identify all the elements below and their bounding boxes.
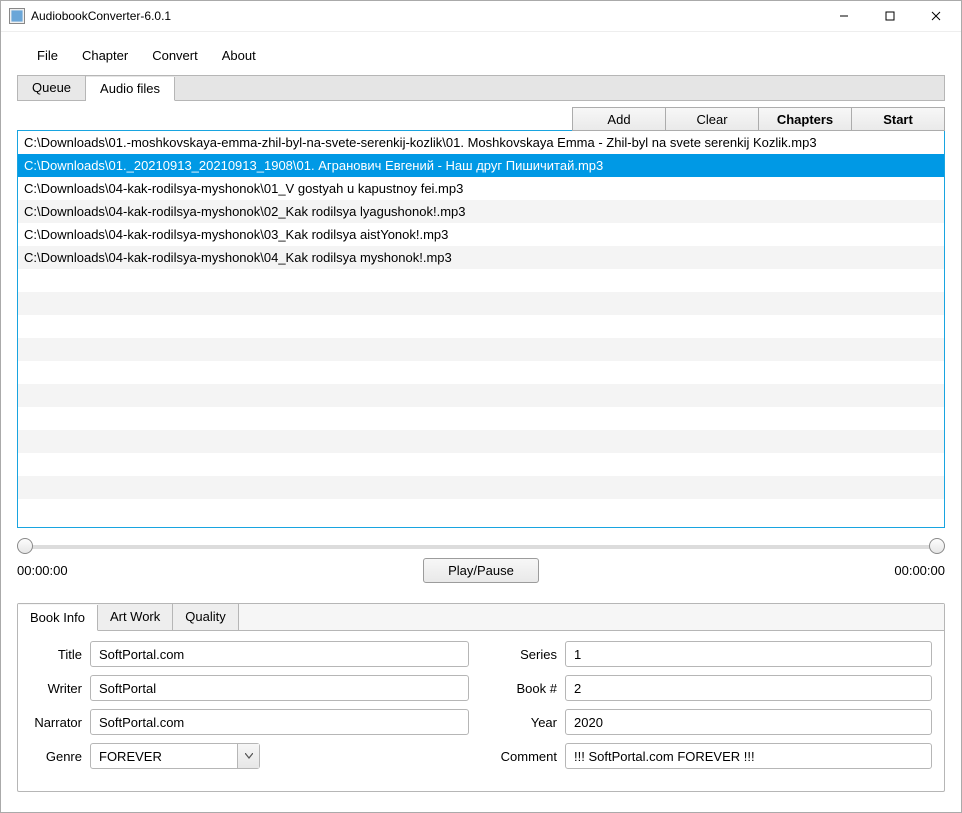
toolbar: Add Clear Chapters Start [17,107,945,131]
combo-genre-text: FOREVER [91,749,237,764]
chevron-down-icon[interactable] [237,744,259,768]
file-row[interactable] [18,453,944,476]
combo-genre[interactable]: FOREVER [90,743,260,769]
file-row[interactable]: C:\Downloads\04-kak-rodilsya-myshonok\04… [18,246,944,269]
slider-thumb-end[interactable] [929,538,945,554]
file-row[interactable] [18,430,944,453]
input-book-no[interactable] [565,675,932,701]
file-list[interactable]: C:\Downloads\01.-moshkovskaya-emma-zhil-… [17,130,945,528]
input-writer[interactable] [90,675,469,701]
file-row[interactable]: C:\Downloads\01._20210913_20210913_1908\… [18,154,944,177]
main-tab-strip: Queue Audio files [17,75,945,101]
window-title: AudiobookConverter-6.0.1 [31,9,821,23]
label-title: Title [30,647,90,662]
label-narrator: Narrator [30,715,90,730]
menubar: File Chapter Convert About [17,40,945,75]
titlebar: AudiobookConverter-6.0.1 [1,1,961,32]
tab-book-info[interactable]: Book Info [18,605,98,631]
label-comment: Comment [493,749,565,764]
file-row[interactable]: C:\Downloads\04-kak-rodilsya-myshonok\03… [18,223,944,246]
slider-thumb-start[interactable] [17,538,33,554]
minimize-button[interactable] [821,1,867,31]
menu-about[interactable]: About [210,46,268,65]
file-row[interactable] [18,499,944,522]
chapters-button[interactable]: Chapters [758,107,852,131]
label-year: Year [493,715,565,730]
start-button[interactable]: Start [851,107,945,131]
input-title[interactable] [90,641,469,667]
input-year[interactable] [565,709,932,735]
input-comment[interactable] [565,743,932,769]
label-series: Series [493,647,565,662]
tab-audio-files[interactable]: Audio files [86,77,175,101]
label-genre: Genre [30,749,90,764]
file-row[interactable] [18,384,944,407]
bottom-tab-strip: Book Info Art Work Quality [18,604,944,631]
file-row[interactable]: C:\Downloads\04-kak-rodilsya-myshonok\01… [18,177,944,200]
file-row[interactable]: C:\Downloads\04-kak-rodilsya-myshonok\02… [18,200,944,223]
bottom-panel: Book Info Art Work Quality Title Writer … [17,603,945,792]
file-row[interactable] [18,338,944,361]
menu-chapter[interactable]: Chapter [70,46,140,65]
file-row[interactable] [18,361,944,384]
maximize-button[interactable] [867,1,913,31]
tab-quality[interactable]: Quality [173,604,238,630]
clear-button[interactable]: Clear [665,107,759,131]
playback-slider[interactable] [17,538,945,556]
label-book-no: Book # [493,681,565,696]
menu-file[interactable]: File [25,46,70,65]
tab-queue[interactable]: Queue [18,76,86,100]
app-icon [9,8,25,24]
file-row[interactable]: C:\Downloads\01.-moshkovskaya-emma-zhil-… [18,131,944,154]
input-narrator[interactable] [90,709,469,735]
file-row[interactable] [18,476,944,499]
file-row[interactable] [18,269,944,292]
label-writer: Writer [30,681,90,696]
input-series[interactable] [565,641,932,667]
menu-convert[interactable]: Convert [140,46,210,65]
time-left: 00:00:00 [17,563,68,578]
close-button[interactable] [913,1,959,31]
tab-art-work[interactable]: Art Work [98,604,173,630]
file-row[interactable] [18,407,944,430]
file-row[interactable] [18,292,944,315]
file-row[interactable] [18,315,944,338]
add-button[interactable]: Add [572,107,666,131]
time-right: 00:00:00 [894,563,945,578]
play-pause-button[interactable]: Play/Pause [423,558,539,583]
slider-track [25,545,937,549]
